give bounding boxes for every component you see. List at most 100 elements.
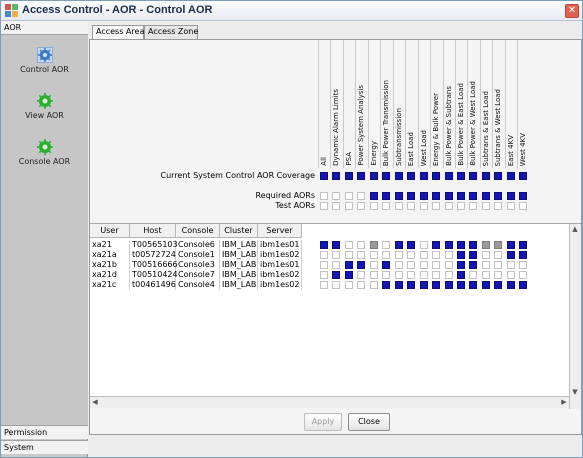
test-cell[interactable] — [344, 202, 353, 210]
user-aor-cell[interactable] — [357, 241, 366, 249]
sidebar-section-system[interactable]: System — [1, 440, 88, 454]
test-cell[interactable] — [369, 202, 378, 210]
coverage-cell[interactable] — [357, 172, 366, 180]
scroll-right-icon[interactable]: ▶ — [559, 397, 569, 407]
table-column-header[interactable]: Cluster — [220, 224, 258, 238]
user-aor-cell[interactable] — [469, 261, 478, 269]
required-cell[interactable] — [357, 192, 366, 200]
coverage-cell[interactable] — [432, 172, 441, 180]
user-aor-cell[interactable] — [519, 251, 528, 259]
user-aor-cell[interactable] — [506, 271, 515, 279]
user-aor-cell[interactable] — [419, 271, 428, 279]
user-aor-cell[interactable] — [456, 241, 465, 249]
test-cell[interactable] — [456, 202, 465, 210]
user-aor-cell[interactable] — [394, 271, 403, 279]
scroll-up-icon[interactable]: ▲ — [570, 224, 580, 234]
coverage-cell[interactable] — [456, 172, 465, 180]
coverage-cell[interactable] — [444, 172, 453, 180]
user-aor-cell[interactable] — [494, 261, 503, 269]
user-aor-cell[interactable] — [506, 251, 515, 259]
user-aor-cell[interactable] — [332, 271, 341, 279]
user-aor-cell[interactable] — [344, 241, 353, 249]
user-aor-cell[interactable] — [444, 261, 453, 269]
user-aor-cell[interactable] — [444, 241, 453, 249]
user-aor-cell[interactable] — [432, 281, 441, 289]
test-cell[interactable] — [382, 202, 391, 210]
required-cell[interactable] — [519, 192, 528, 200]
user-aor-cell[interactable] — [506, 241, 515, 249]
user-aor-cell[interactable] — [519, 281, 528, 289]
user-aor-cell[interactable] — [320, 271, 328, 279]
user-aor-cell[interactable] — [494, 241, 503, 249]
user-aor-cell[interactable] — [382, 261, 391, 269]
user-aor-cell[interactable] — [357, 261, 366, 269]
test-cell[interactable] — [357, 202, 366, 210]
user-aor-cell[interactable] — [382, 251, 391, 259]
user-aor-cell[interactable] — [494, 281, 503, 289]
required-cell[interactable] — [432, 192, 441, 200]
table-column-header[interactable]: Server — [258, 224, 302, 238]
test-cell[interactable] — [494, 202, 503, 210]
user-aor-cell[interactable] — [432, 261, 441, 269]
sidebar-item-control-aor[interactable]: Control AOR — [1, 47, 88, 81]
user-aor-cell[interactable] — [456, 251, 465, 259]
test-cell[interactable] — [519, 202, 528, 210]
required-cell[interactable] — [382, 192, 391, 200]
user-aor-cell[interactable] — [357, 251, 366, 259]
test-cell[interactable] — [407, 202, 416, 210]
user-aor-cell[interactable] — [407, 251, 416, 259]
coverage-cell[interactable] — [469, 172, 478, 180]
test-cell[interactable] — [432, 202, 441, 210]
user-aor-cell[interactable] — [394, 241, 403, 249]
user-aor-cell[interactable] — [332, 251, 341, 259]
user-aor-cell[interactable] — [407, 241, 416, 249]
coverage-cell[interactable] — [382, 172, 391, 180]
user-aor-cell[interactable] — [469, 251, 478, 259]
user-aor-cell[interactable] — [519, 261, 528, 269]
test-cell[interactable] — [332, 202, 341, 210]
user-aor-cell[interactable] — [456, 271, 465, 279]
table-column-header[interactable]: Console — [176, 224, 220, 238]
user-aor-cell[interactable] — [382, 281, 391, 289]
user-aor-cell[interactable] — [320, 241, 328, 249]
user-aor-cell[interactable] — [494, 271, 503, 279]
coverage-cell[interactable] — [506, 172, 515, 180]
user-aor-cell[interactable] — [444, 281, 453, 289]
tab-access-zone[interactable]: Access Zone — [144, 25, 198, 39]
sidebar-item-view-aor[interactable]: View AOR — [1, 93, 88, 127]
user-aor-cell[interactable] — [332, 281, 341, 289]
vertical-scrollbar[interactable]: ▲ ▼ — [569, 224, 581, 409]
user-aor-cell[interactable] — [394, 251, 403, 259]
user-aor-cell[interactable] — [357, 281, 366, 289]
user-aor-cell[interactable] — [382, 241, 391, 249]
user-aor-cell[interactable] — [369, 251, 378, 259]
test-cell[interactable] — [481, 202, 490, 210]
apply-button[interactable]: Apply — [304, 413, 342, 431]
scroll-left-icon[interactable]: ◀ — [90, 397, 100, 407]
required-cell[interactable] — [494, 192, 503, 200]
required-cell[interactable] — [506, 192, 515, 200]
user-aor-cell[interactable] — [419, 241, 428, 249]
user-aor-cell[interactable] — [456, 261, 465, 269]
coverage-cell[interactable] — [320, 172, 328, 180]
table-column-header[interactable]: User — [90, 224, 130, 238]
required-cell[interactable] — [469, 192, 478, 200]
user-aor-cell[interactable] — [432, 271, 441, 279]
test-cell[interactable] — [320, 202, 328, 210]
coverage-cell[interactable] — [519, 172, 528, 180]
user-aor-cell[interactable] — [432, 241, 441, 249]
close-window-button[interactable]: ✕ — [565, 4, 579, 18]
required-cell[interactable] — [407, 192, 416, 200]
coverage-cell[interactable] — [332, 172, 341, 180]
user-aor-cell[interactable] — [332, 261, 341, 269]
user-aor-cell[interactable] — [344, 261, 353, 269]
user-aor-cell[interactable] — [444, 251, 453, 259]
user-aor-cell[interactable] — [419, 281, 428, 289]
coverage-cell[interactable] — [419, 172, 428, 180]
coverage-cell[interactable] — [344, 172, 353, 180]
required-cell[interactable] — [369, 192, 378, 200]
user-aor-cell[interactable] — [481, 271, 490, 279]
user-aor-cell[interactable] — [419, 261, 428, 269]
user-aor-cell[interactable] — [344, 281, 353, 289]
user-aor-cell[interactable] — [481, 251, 490, 259]
